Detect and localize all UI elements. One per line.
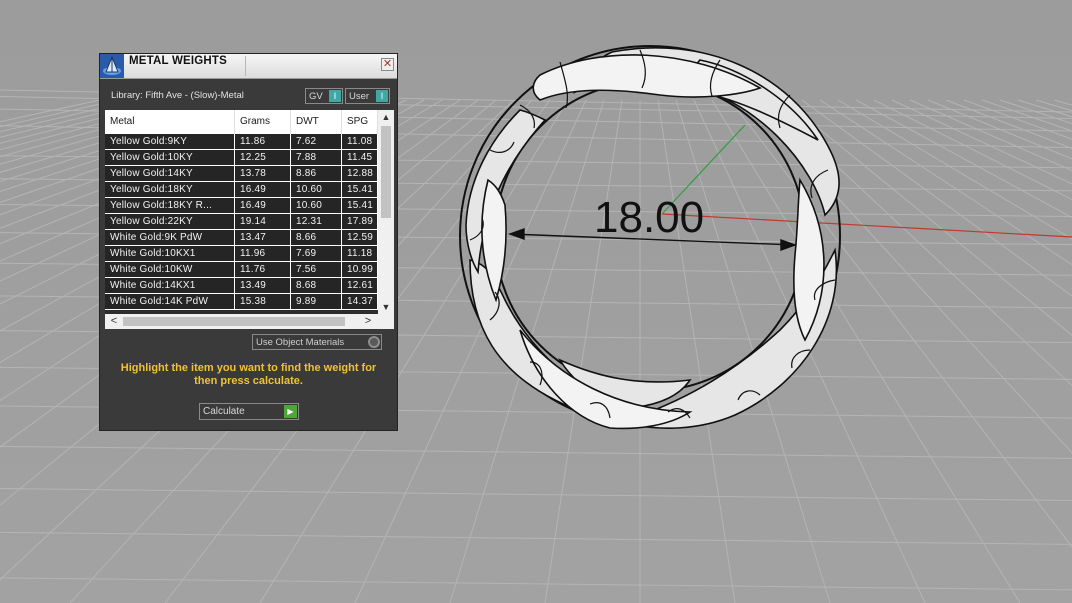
scroll-down-icon[interactable]: ▼ [378,300,394,314]
cell-grams: 19.14 [235,214,291,229]
close-button[interactable]: ✕ [381,58,394,71]
cell-spg: 12.88 [342,166,378,181]
scroll-left-icon[interactable]: < [107,314,121,329]
cell-metal: White Gold:14KX1 [105,278,235,293]
table-row[interactable]: White Gold:10KX1 11.96 7.69 11.18 [105,246,378,262]
column-header-metal[interactable]: Metal [105,110,235,134]
metal-weights-panel: METAL WEIGHTS ✕ Library: Fifth Ave - (Sl… [99,53,398,431]
table-row[interactable]: Yellow Gold:9KY 11.86 7.62 11.08 [105,134,378,150]
cell-metal: White Gold:10KW [105,262,235,277]
cell-metal: White Gold:14K PdW [105,294,235,309]
cell-dwt: 10.60 [291,182,342,197]
use-object-materials-label: Use Object Materials [256,337,345,348]
cell-spg: 15.41 [342,182,378,197]
user-toggle[interactable]: User I [345,88,390,104]
cell-grams: 11.76 [235,262,291,277]
horizontal-scroll-thumb[interactable] [123,317,345,326]
vertical-scroll-thumb[interactable] [381,126,391,218]
close-icon: ✕ [382,58,393,70]
radio-knob-icon [368,336,380,348]
cell-spg: 11.18 [342,246,378,261]
column-header-dwt[interactable]: DWT [291,110,342,134]
cell-spg: 14.37 [342,294,378,309]
table-row[interactable]: Yellow Gold:18KY 16.49 10.60 15.41 [105,182,378,198]
horizontal-scrollbar[interactable]: < > [105,314,378,329]
table-row[interactable]: White Gold:14KX1 13.49 8.68 12.61 [105,278,378,294]
cell-grams: 16.49 [235,182,291,197]
toggle-knob-icon: I [376,90,388,102]
table-header: Metal Grams DWT SPG [105,110,378,134]
column-header-grams[interactable]: Grams [235,110,291,134]
instructions-text: Highlight the item you want to find the … [120,362,377,387]
cell-grams: 11.96 [235,246,291,261]
cell-dwt: 8.68 [291,278,342,293]
cell-dwt: 12.31 [291,214,342,229]
table-row[interactable]: Yellow Gold:10KY 12.25 7.88 11.45 [105,150,378,166]
table-row[interactable]: White Gold:10KW 11.76 7.56 10.99 [105,262,378,278]
dimension-label: 18.00 [594,193,705,242]
cell-metal: Yellow Gold:14KY [105,166,235,181]
cell-dwt: 8.66 [291,230,342,245]
cell-metal: Yellow Gold:22KY [105,214,235,229]
cell-dwt: 7.62 [291,134,342,149]
app-logo-icon [100,54,124,78]
cell-grams: 13.78 [235,166,291,181]
cell-dwt: 8.86 [291,166,342,181]
vertical-scrollbar[interactable]: ▲ ▼ [378,110,394,314]
cell-spg: 17.89 [342,214,378,229]
play-arrow-icon: ▶ [284,405,297,418]
cell-metal: Yellow Gold:18KY [105,182,235,197]
cell-metal: White Gold:10KX1 [105,246,235,261]
cell-dwt: 7.56 [291,262,342,277]
scroll-up-icon[interactable]: ▲ [378,110,394,124]
cell-dwt: 9.89 [291,294,342,309]
cell-metal: White Gold:9K PdW [105,230,235,245]
cell-grams: 13.47 [235,230,291,245]
cell-spg: 11.08 [342,134,378,149]
library-label: Library: Fifth Ave - (Slow)-Metal [111,90,244,101]
metals-table: Metal Grams DWT SPG Yellow Gold:9KY 11.86… [105,110,394,329]
cell-grams: 11.86 [235,134,291,149]
panel-titlebar[interactable]: METAL WEIGHTS ✕ [100,54,397,79]
user-toggle-label: User [349,91,370,102]
cell-grams: 16.49 [235,198,291,213]
table-row[interactable]: White Gold:9K PdW 13.47 8.66 12.59 [105,230,378,246]
use-object-materials-toggle[interactable]: Use Object Materials [252,334,382,350]
table-row[interactable]: Yellow Gold:22KY 19.14 12.31 17.89 [105,214,378,230]
cell-metal: Yellow Gold:10KY [105,150,235,165]
cell-spg: 12.61 [342,278,378,293]
cell-spg: 12.59 [342,230,378,245]
cell-dwt: 7.88 [291,150,342,165]
table-row[interactable]: White Gold:14K PdW 15.38 9.89 14.37 [105,294,378,310]
cell-metal: Yellow Gold:18KY R... [105,198,235,213]
gv-toggle[interactable]: GV I [305,88,343,104]
table-row[interactable]: Yellow Gold:18KY R... 16.49 10.60 15.41 [105,198,378,214]
panel-title: METAL WEIGHTS [129,55,228,67]
cell-dwt: 10.60 [291,198,342,213]
cell-grams: 15.38 [235,294,291,309]
cell-spg: 15.41 [342,198,378,213]
calculate-label: Calculate [203,406,245,417]
scrollbar-corner [378,314,394,329]
gv-toggle-label: GV [309,91,323,102]
table-row[interactable]: Yellow Gold:14KY 13.78 8.86 12.88 [105,166,378,182]
cell-spg: 10.99 [342,262,378,277]
cell-spg: 11.45 [342,150,378,165]
cell-grams: 13.49 [235,278,291,293]
column-header-spg[interactable]: SPG [342,110,378,134]
cell-metal: Yellow Gold:9KY [105,134,235,149]
calculate-button[interactable]: Calculate ▶ [199,403,299,420]
cell-grams: 12.25 [235,150,291,165]
cell-dwt: 7.69 [291,246,342,261]
title-divider [245,56,246,76]
toggle-knob-icon: I [329,90,341,102]
scroll-right-icon[interactable]: > [361,314,375,329]
table-body: Yellow Gold:9KY 11.86 7.62 11.08 Yellow Gold… [105,134,378,314]
